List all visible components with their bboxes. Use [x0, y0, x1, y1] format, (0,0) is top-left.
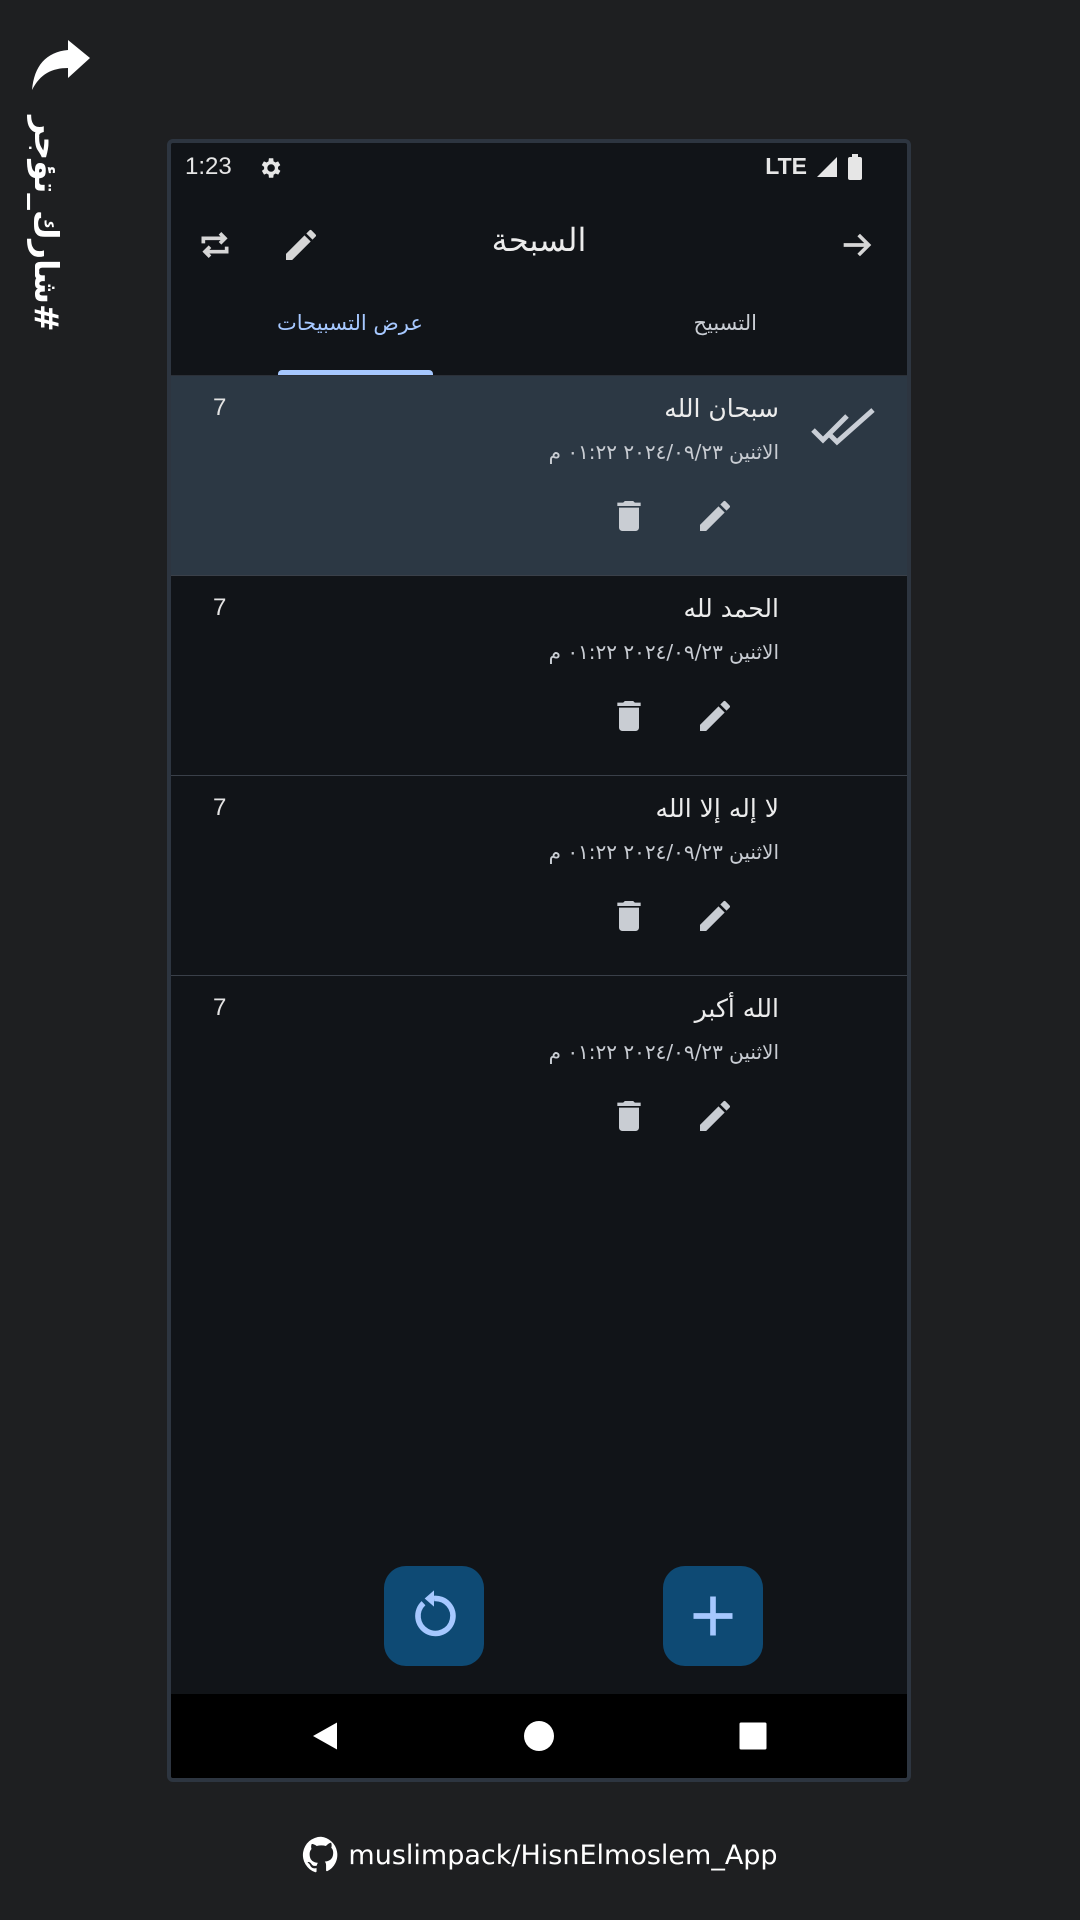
delete-icon[interactable] — [609, 696, 649, 736]
share-arrow-icon[interactable] — [28, 38, 94, 96]
list-item[interactable]: 7 لا إله إلا الله الاثنين ٢٠٢٤/٠٩/٢٣ ٠١:… — [171, 776, 907, 976]
item-count: 7 — [213, 394, 227, 421]
item-title: لا إله إلا الله — [655, 794, 779, 823]
add-button[interactable] — [663, 1566, 763, 1666]
reset-icon — [415, 1590, 456, 1637]
item-title: الله أكبر — [694, 994, 779, 1023]
share-hashtag: #شارك_تؤجر — [27, 116, 66, 332]
gear-icon — [261, 158, 281, 178]
item-count: 7 — [213, 994, 227, 1021]
edit-icon[interactable] — [695, 1096, 735, 1136]
delete-icon[interactable] — [609, 1096, 649, 1136]
edit-icon[interactable] — [695, 696, 735, 736]
item-count: 7 — [213, 594, 227, 621]
item-title: سبحان الله — [664, 394, 779, 423]
list-item[interactable]: 7 الحمد لله الاثنين ٢٠٢٤/٠٩/٢٣ ٠١:٢٢ م — [171, 576, 907, 776]
status-bar: 1:23 LTE — [171, 143, 907, 195]
item-date: الاثنين ٢٠٢٤/٠٩/٢٣ ٠١:٢٢ م — [548, 1040, 779, 1064]
add-icon — [693, 1596, 733, 1636]
edit-icon[interactable] — [695, 896, 735, 936]
item-date: الاثنين ٢٠٢٤/٠٩/٢٣ ٠١:٢٢ م — [548, 840, 779, 864]
battery-icon — [848, 153, 862, 180]
edit-icon[interactable] — [695, 496, 735, 536]
phone-screen: 1:23 LTE السبحة التسبيح عرض التسبيحات 7 — [167, 139, 911, 1782]
item-count: 7 — [213, 794, 227, 821]
back-arrow-icon[interactable] — [837, 225, 877, 265]
home-circle-icon[interactable] — [521, 1718, 557, 1754]
tab-view-tasbihat[interactable]: عرض التسبيحات — [277, 311, 423, 335]
delete-icon[interactable] — [609, 496, 649, 536]
reset-button[interactable] — [384, 1566, 484, 1666]
network-label: LTE — [765, 153, 807, 179]
page-title: السبحة — [491, 221, 587, 259]
footer: muslimpack/HisnElmoslem_App — [0, 1836, 1080, 1874]
done-all-icon — [811, 408, 875, 446]
tasbih-list: 7 سبحان الله الاثنين ٢٠٢٤/٠٩/٢٣ ٠١:٢٢ م … — [171, 376, 907, 1175]
tab-bar: التسبيح عرض التسبيحات — [171, 295, 907, 376]
github-icon — [303, 1836, 338, 1873]
tab-tasbih[interactable]: التسبيح — [693, 311, 757, 335]
system-nav-bar — [171, 1694, 907, 1778]
recents-square-icon[interactable] — [735, 1718, 771, 1754]
status-time: 1:23 — [185, 153, 232, 180]
item-date: الاثنين ٢٠٢٤/٠٩/٢٣ ٠١:٢٢ م — [548, 440, 779, 464]
app-bar: السبحة — [171, 195, 907, 295]
list-item[interactable]: 7 الله أكبر الاثنين ٢٠٢٤/٠٩/٢٣ ٠١:٢٢ م — [171, 976, 907, 1175]
list-item[interactable]: 7 سبحان الله الاثنين ٢٠٢٤/٠٩/٢٣ ٠١:٢٢ م — [171, 376, 907, 576]
item-title: الحمد لله — [683, 594, 779, 623]
item-date: الاثنين ٢٠٢٤/٠٩/٢٣ ٠١:٢٢ م — [548, 640, 779, 664]
tab-indicator — [278, 370, 433, 375]
back-triangle-icon[interactable] — [307, 1718, 343, 1754]
repo-link[interactable]: muslimpack/HisnElmoslem_App — [348, 1840, 777, 1871]
delete-icon[interactable] — [609, 896, 649, 936]
signal-icon — [817, 156, 837, 177]
